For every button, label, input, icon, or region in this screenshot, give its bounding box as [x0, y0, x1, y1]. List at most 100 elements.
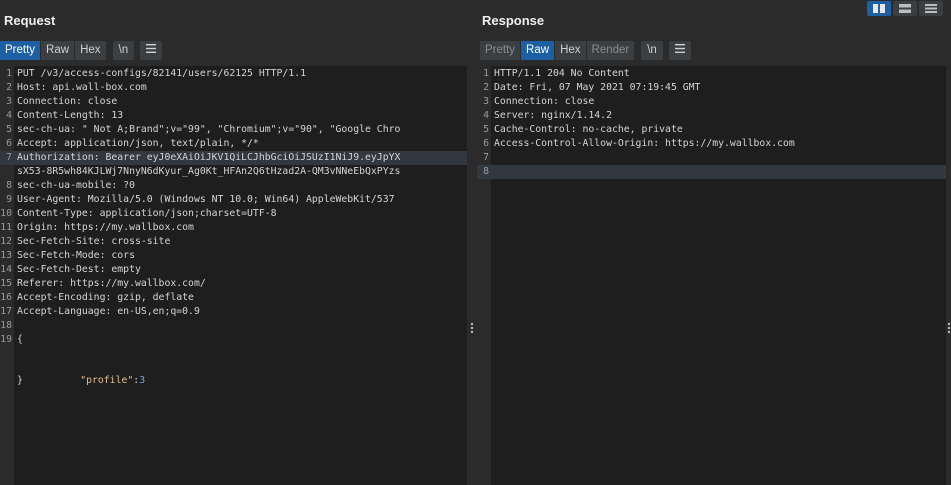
request-code-line: 17 Accept-Language: en-US,en;q=0.9 — [0, 305, 467, 319]
line-number: 13 — [0, 250, 12, 261]
line-text: Date: Fri, 07 May 2021 07:19:45 GMT — [494, 82, 701, 93]
line-text: Cache-Control: no-cache, private — [494, 124, 683, 135]
request-code-line: 19 { — [0, 333, 467, 347]
hamburger-menu-icon — [146, 44, 157, 53]
line-text: Authorization: Bearer eyJ0eXAiOiJKV1QiLC… — [17, 152, 401, 163]
request-tab-pretty[interactable]: Pretty — [0, 41, 41, 60]
request-code-line: 1 PUT /v3/access-configs/82141/users/6212… — [0, 67, 467, 81]
line-number: 1 — [483, 68, 489, 79]
single-pane-icon — [925, 4, 937, 13]
request-code-line: 11 Origin: https://my.wallbox.com — [0, 221, 467, 235]
drag-handle-icon — [470, 322, 474, 334]
response-menu-button[interactable] — [668, 41, 691, 60]
response-code-line: 3 Connection: close — [477, 95, 946, 109]
request-title: Request — [4, 13, 56, 28]
request-tab-raw[interactable]: Raw — [41, 41, 75, 60]
response-newline-toggle[interactable]: \n — [641, 41, 663, 60]
response-toolbar: Pretty Raw Hex Render \n — [480, 41, 691, 60]
line-text: Sec-Fetch-Mode: cors — [17, 250, 135, 261]
request-code-line: 8 sec-ch-ua-mobile: ?0 — [0, 179, 467, 193]
line-text: PUT /v3/access-configs/82141/users/62125… — [17, 68, 307, 79]
request-code-line: "profile":3 — [0, 346, 467, 386]
line-text: Accept-Encoding: gzip, deflate — [17, 292, 194, 303]
line-number: 8 — [6, 180, 12, 191]
line-number: 5 — [483, 124, 489, 135]
json-key: "profile" — [80, 375, 134, 386]
line-text: HTTP/1.1 204 No Content — [494, 68, 630, 79]
split-vertical-button[interactable] — [893, 1, 917, 16]
request-code-line: 18 — [0, 319, 467, 333]
line-number: 1 — [6, 68, 12, 79]
json-close-brace: } — [17, 375, 23, 386]
single-pane-button[interactable] — [919, 1, 943, 16]
response-code-line: 6 Access-Control-Allow-Origin: https://my… — [477, 137, 946, 151]
request-menu-button[interactable] — [140, 41, 163, 60]
line-text: Sec-Fetch-Site: cross-site — [17, 236, 171, 247]
request-code-line: } — [0, 360, 467, 386]
line-number: 2 — [483, 82, 489, 93]
request-editor[interactable]: 1 PUT /v3/access-configs/82141/users/6212… — [0, 66, 467, 485]
line-number: 2 — [6, 82, 12, 93]
drag-handle-icon — [947, 322, 951, 334]
response-code-line: 4 Server: nginx/1.14.2 — [477, 109, 946, 123]
response-tab-render[interactable]: Render — [586, 41, 635, 60]
request-code-line: 14 Sec-Fetch-Dest: empty — [0, 263, 467, 277]
split-horizontal-button[interactable] — [867, 1, 891, 16]
line-number: 12 — [0, 236, 12, 247]
response-code-line: 8 — [477, 165, 946, 179]
line-text: Origin: https://my.wallbox.com — [17, 222, 194, 233]
request-pane: Request Pretty Raw Hex \n 1 PUT /v3/acces… — [0, 0, 469, 485]
line-number: 10 — [0, 208, 12, 219]
request-tab-hex[interactable]: Hex — [75, 41, 106, 60]
request-code-line: 9 User-Agent: Mozilla/5.0 (Windows NT 10.… — [0, 193, 467, 207]
line-number: 3 — [483, 96, 489, 107]
line-number: 18 — [0, 320, 12, 331]
line-number: 6 — [6, 138, 12, 149]
line-text: User-Agent: Mozilla/5.0 (Windows NT 10.0… — [17, 194, 395, 205]
line-number: 4 — [483, 110, 489, 121]
response-code-line: 2 Date: Fri, 07 May 2021 07:19:45 GMT — [477, 81, 946, 95]
line-text: Sec-Fetch-Dest: empty — [17, 264, 141, 275]
line-number: 11 — [0, 222, 12, 233]
response-tab-raw[interactable]: Raw — [521, 41, 555, 60]
request-code-line: 13 Sec-Fetch-Mode: cors — [0, 249, 467, 263]
line-number: 4 — [6, 110, 12, 121]
response-editor[interactable]: 1 HTTP/1.1 204 No Content 2 Date: Fri, 07 M… — [477, 66, 946, 485]
line-text: Access-Control-Allow-Origin: https://my.… — [494, 138, 795, 149]
response-tab-pretty[interactable]: Pretty — [480, 41, 521, 60]
split-horizontal-icon — [873, 4, 885, 13]
hamburger-menu-icon — [674, 44, 685, 53]
line-number: 7 — [483, 152, 489, 163]
line-text: Connection: close — [17, 96, 118, 107]
request-code-line: 16 Accept-Encoding: gzip, deflate — [0, 291, 467, 305]
request-code-line: sX53-8R5wh84KJLWj7NnyN6dKyur_Ag0Kt_HFAn2… — [0, 165, 467, 179]
pane-divider[interactable] — [469, 0, 477, 485]
line-text: Referer: https://my.wallbox.com/ — [17, 278, 206, 289]
request-code-line: 2 Host: api.wall-box.com — [0, 81, 467, 95]
response-code-line: 5 Cache-Control: no-cache, private — [477, 123, 946, 137]
line-number: 16 — [0, 292, 12, 303]
json-value: 3 — [139, 375, 146, 386]
line-number: 8 — [483, 166, 489, 177]
response-tab-hex[interactable]: Hex — [555, 41, 586, 60]
request-code-line: 12 Sec-Fetch-Site: cross-site — [0, 235, 467, 249]
request-code-line: 15 Referer: https://my.wallbox.com/ — [0, 277, 467, 291]
response-scroll-edge[interactable] — [946, 66, 951, 485]
request-newline-toggle[interactable]: \n — [112, 41, 135, 60]
line-number: 5 — [6, 124, 12, 135]
line-text: sec-ch-ua-mobile: ?0 — [17, 180, 135, 191]
line-text: Content-Length: 13 — [17, 110, 124, 121]
request-code-line: 7 Authorization: Bearer eyJ0eXAiOiJKV1QiL… — [0, 151, 467, 165]
request-code-line: 10 Content-Type: application/json;charset… — [0, 207, 467, 221]
line-number: 17 — [0, 306, 12, 317]
layout-toggle-group — [867, 1, 943, 16]
request-code-line: 3 Connection: close — [0, 95, 467, 109]
line-text: Host: api.wall-box.com — [17, 82, 147, 93]
response-pane: Response Pretty Raw Hex Render \n 1 HTTP/… — [477, 0, 951, 485]
response-title: Response — [482, 13, 545, 28]
request-code-line: 5 sec-ch-ua: " Not A;Brand";v="99", "Chro… — [0, 123, 467, 137]
request-code-line: 6 Accept: application/json, text/plain, *… — [0, 137, 467, 151]
line-number: 6 — [483, 138, 489, 149]
line-text: sX53-8R5wh84KJLWj7NnyN6dKyur_Ag0Kt_HFAn2… — [17, 166, 401, 177]
line-text: sec-ch-ua: " Not A;Brand";v="99", "Chrom… — [17, 124, 401, 135]
